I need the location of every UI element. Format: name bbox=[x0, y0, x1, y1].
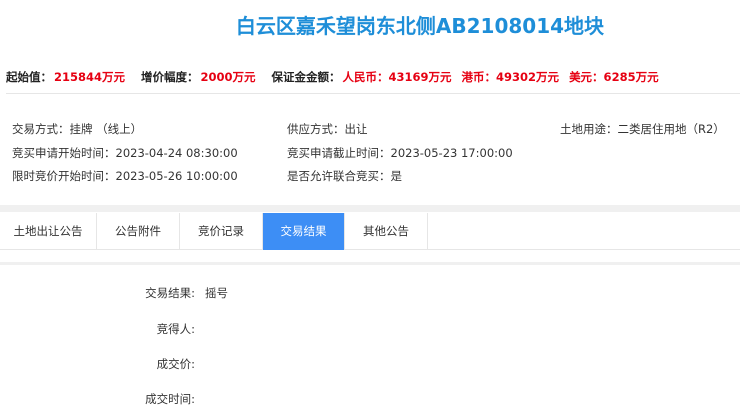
tab-announcement[interactable]: 土地出让公告 bbox=[0, 213, 97, 250]
divider bbox=[6, 93, 740, 94]
info-apply-end: 竞买申请截止时间：2023-05-23 17:00:00 bbox=[287, 146, 513, 160]
info-trade-method: 交易方式：挂牌 （线上） bbox=[12, 122, 143, 136]
tab-other-announcements[interactable]: 其他公告 bbox=[345, 213, 428, 250]
start-price-label: 起始值： bbox=[6, 70, 52, 84]
info-joint-bid: 是否允许联合竞买：是 bbox=[287, 169, 402, 183]
result-value: 摇号 bbox=[205, 286, 228, 300]
tab-bar: 土地出让公告 公告附件 竞价记录 交易结果 其他公告 bbox=[0, 213, 740, 250]
tab-trade-result[interactable]: 交易结果 bbox=[263, 213, 345, 250]
deposit-rmb: 人民币：43169万元 bbox=[342, 70, 452, 84]
info-bid-start: 限时竞价开始时间：2023-05-26 10:00:00 bbox=[12, 169, 238, 183]
deposit-label: 保证金金额： bbox=[271, 70, 341, 84]
tab-bid-records[interactable]: 竞价记录 bbox=[180, 213, 263, 250]
price-summary: 起始值： 215844万元 增价幅度： 2000万元 保证金金额： 人民币：43169万元… bbox=[6, 69, 661, 85]
tab-attachments[interactable]: 公告附件 bbox=[97, 213, 180, 250]
deal-price-label: 成交价: bbox=[156, 357, 195, 371]
info-land-use: 土地用途：二类居住用地（R2） bbox=[560, 122, 725, 136]
result-label: 交易结果: bbox=[145, 286, 195, 300]
section-divider bbox=[0, 205, 740, 212]
deposit-usd: 美元：6285万元 bbox=[569, 70, 659, 84]
deposit-hkd: 港币：49302万元 bbox=[461, 70, 560, 84]
winner-label: 竞得人: bbox=[156, 322, 195, 336]
page-title: 白云区嘉禾望岗东北侧AB2108014地块 bbox=[235, 14, 605, 38]
deal-time-label: 成交时间: bbox=[145, 392, 195, 406]
info-supply-method: 供应方式：出让 bbox=[287, 122, 368, 136]
start-price-value: 215844万元 bbox=[54, 70, 126, 84]
increment-value: 2000万元 bbox=[200, 70, 256, 84]
info-apply-start: 竞买申请开始时间：2023-04-24 08:30:00 bbox=[12, 146, 238, 160]
section-divider bbox=[0, 262, 740, 265]
increment-label: 增价幅度： bbox=[141, 70, 199, 84]
